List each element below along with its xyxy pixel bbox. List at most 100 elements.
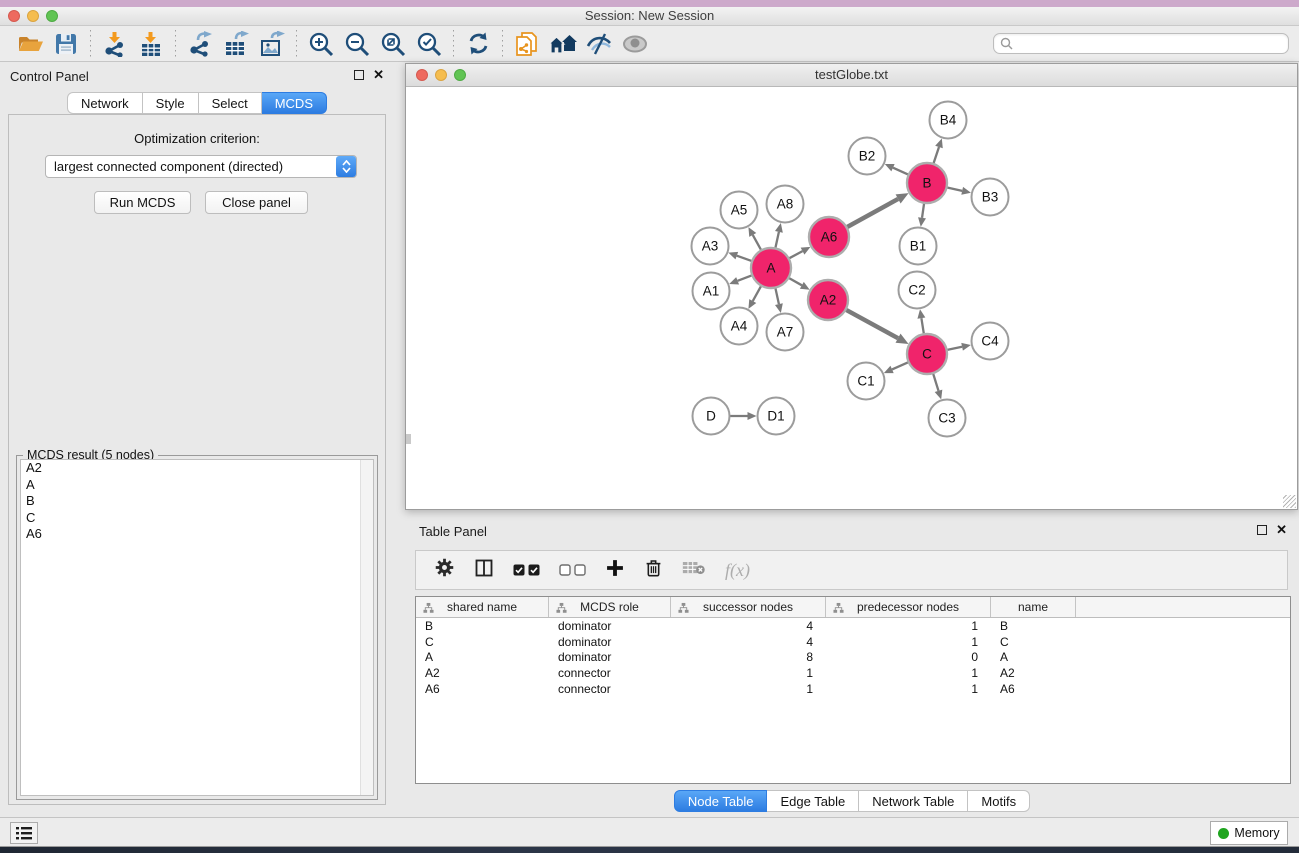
tab-motifs[interactable]: Motifs (968, 790, 1030, 812)
graph-edge-A-A8[interactable] (775, 232, 779, 249)
resize-grip[interactable] (1283, 495, 1296, 508)
table-row[interactable]: Bdominator41B (416, 618, 1290, 634)
search-input[interactable] (1013, 37, 1282, 51)
tab-edge-table[interactable]: Edge Table (767, 790, 859, 812)
table-row[interactable]: Adominator80A (416, 650, 1290, 666)
table-float-panel-icon[interactable] (1257, 525, 1267, 535)
zoom-in-button[interactable] (303, 28, 339, 60)
graph-node-label: B (922, 176, 931, 191)
import-table-button[interactable] (133, 28, 169, 60)
export-network-button[interactable] (182, 28, 218, 60)
table-cell: dominator (549, 635, 671, 649)
graph-node-label: A5 (731, 203, 748, 218)
graph-edge-A-A1[interactable] (738, 275, 753, 281)
dropdown-selected-value: largest connected component (directed) (46, 159, 336, 174)
table-delete-button[interactable] (644, 557, 663, 583)
mcds-result-item[interactable]: A (21, 477, 373, 494)
minimize-window-button[interactable] (27, 10, 39, 22)
network-canvas[interactable]: B4B2BB3A8A5A6A3B1AA1C2A2A4A7C4CC1C3DD1 (406, 87, 1297, 509)
table-row[interactable]: A2connector11A2 (416, 665, 1290, 681)
export-image-button[interactable] (254, 28, 290, 60)
table-cell: A2 (991, 666, 1076, 680)
graph-edge-A-A5[interactable] (753, 235, 762, 251)
network-zoom-button[interactable] (454, 69, 466, 81)
mcds-result-item[interactable]: C (21, 510, 373, 527)
table-deselect-all-button[interactable] (559, 564, 586, 576)
export-table-button[interactable] (218, 28, 254, 60)
column-header-name[interactable]: name (991, 597, 1076, 617)
close-panel-icon[interactable]: ✕ (373, 70, 384, 80)
home-button[interactable] (545, 28, 581, 60)
tab-select[interactable]: Select (199, 92, 262, 114)
zoom-selected-button[interactable] (411, 28, 447, 60)
zoom-fit-button[interactable] (375, 28, 411, 60)
close-panel-button[interactable]: Close panel (205, 191, 308, 214)
graph-edge-A6-B[interactable] (847, 199, 899, 227)
search-field[interactable] (993, 33, 1289, 54)
graph-node-label: A6 (821, 230, 838, 245)
result-scrollbar[interactable] (360, 460, 373, 795)
graph-edge-A-A3[interactable] (737, 256, 752, 262)
tab-node-table[interactable]: Node Table (674, 790, 768, 812)
mcds-result-item[interactable]: A2 (21, 460, 373, 477)
graph-node-label: A1 (703, 284, 720, 299)
graph-node-label: B4 (940, 113, 957, 128)
tab-style[interactable]: Style (143, 92, 199, 114)
clone-network-button[interactable] (509, 28, 545, 60)
graph-edge-C-C2[interactable] (921, 318, 924, 334)
close-window-button[interactable] (8, 10, 20, 22)
tab-network[interactable]: Network (67, 92, 143, 114)
graph-edge-A-A4[interactable] (753, 286, 762, 302)
table-row[interactable]: A6connector11A6 (416, 681, 1290, 697)
mcds-result-item[interactable]: A6 (21, 526, 373, 543)
run-mcds-button[interactable]: Run MCDS (94, 191, 191, 214)
table-columns-button[interactable] (474, 558, 494, 583)
table-delete-table-button[interactable] (682, 559, 706, 582)
graph-edge-arrowhead (917, 309, 925, 319)
graph-edge-C-C3[interactable] (933, 373, 939, 391)
float-panel-icon[interactable] (354, 70, 364, 80)
graph-edge-C-C4[interactable] (947, 347, 963, 350)
graph-edge-A-A6[interactable] (789, 251, 803, 258)
table-close-panel-icon[interactable]: ✕ (1276, 525, 1287, 535)
toggle-graphics-details-button[interactable] (581, 28, 617, 60)
optimization-criterion-dropdown[interactable]: largest connected component (directed) (45, 155, 357, 178)
save-session-button[interactable] (48, 28, 84, 60)
zoom-out-button[interactable] (339, 28, 375, 60)
show-details-button[interactable] (617, 28, 653, 60)
graph-edge-arrowhead (918, 217, 926, 226)
graph-edge-A2-C[interactable] (846, 310, 898, 339)
network-close-button[interactable] (416, 69, 428, 81)
column-header-shared-name[interactable]: shared name (416, 597, 549, 617)
graph-edge-A-A2[interactable] (788, 278, 801, 286)
table-add-button[interactable] (605, 558, 625, 583)
table-row[interactable]: Cdominator41C (416, 634, 1290, 650)
graph-edge-B-B2[interactable] (893, 168, 909, 175)
table-settings-button[interactable] (434, 557, 455, 583)
graph-edge-B-B4[interactable] (933, 147, 939, 164)
tab-mcds[interactable]: MCDS (262, 92, 327, 114)
column-header-predecessor-nodes[interactable]: predecessor nodes (826, 597, 991, 617)
graph-edge-A-A7[interactable] (775, 288, 779, 305)
save-icon (54, 32, 78, 56)
column-header-successor-nodes[interactable]: successor nodes (671, 597, 826, 617)
graph-node-label: A4 (731, 319, 748, 334)
graph-edge-C-C1[interactable] (892, 362, 909, 369)
column-header-MCDS-role[interactable]: MCDS role (549, 597, 671, 617)
graph-edge-B-B3[interactable] (947, 187, 963, 190)
mcds-result-list[interactable]: A2ABCA6 (20, 459, 374, 796)
table-cell: connector (549, 666, 671, 680)
tab-network-table[interactable]: Network Table (859, 790, 968, 812)
network-minimize-button[interactable] (435, 69, 447, 81)
zoom-window-button[interactable] (46, 10, 58, 22)
graph-node-label: C1 (857, 374, 874, 389)
import-network-button[interactable] (97, 28, 133, 60)
table-select-all-button[interactable] (513, 564, 540, 576)
function-builder-button[interactable]: f(x) (725, 560, 750, 581)
memory-button[interactable]: Memory (1210, 821, 1288, 845)
task-history-button[interactable] (10, 822, 38, 844)
open-file-button[interactable] (12, 28, 48, 60)
refresh-layout-button[interactable] (460, 28, 496, 60)
graph-edge-B-B1[interactable] (922, 203, 924, 218)
mcds-result-item[interactable]: B (21, 493, 373, 510)
